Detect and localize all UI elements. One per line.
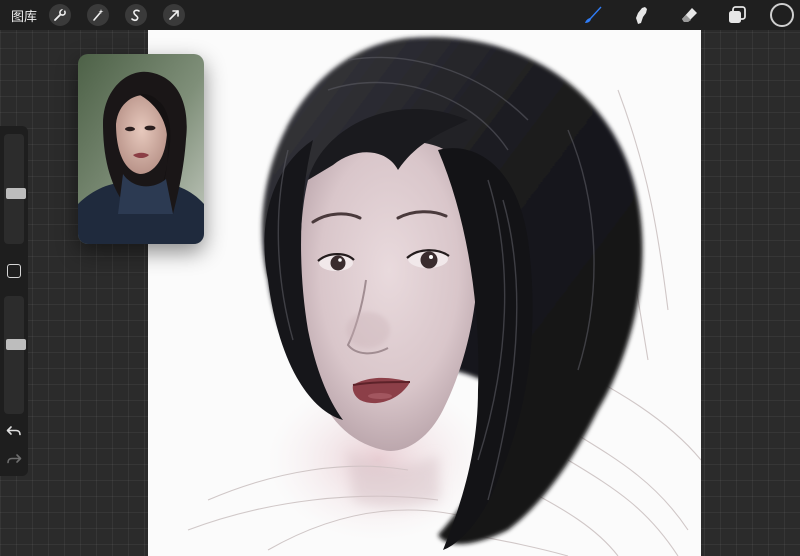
reference-photo [78,54,204,244]
adjustments-button[interactable] [87,4,110,26]
top-toolbar: 图库 [0,0,800,30]
brush-icon [585,6,602,23]
smudge-tool-button[interactable] [628,2,654,28]
brush-size-slider[interactable] [4,134,26,244]
opacity-thumb[interactable] [6,339,26,350]
undo-button[interactable] [5,422,23,440]
brush-tool-button[interactable] [580,2,606,28]
modify-button[interactable] [7,264,21,278]
undo-icon [6,426,21,436]
transform-arrow-icon [169,10,179,20]
smudge-icon [636,7,647,24]
transform-button[interactable] [163,4,186,26]
eraser-tool-button[interactable] [676,2,702,28]
layers-icon [729,6,746,23]
redo-button[interactable] [5,450,23,468]
selection-button[interactable] [125,4,148,26]
drawing-canvas[interactable] [148,30,701,556]
eraser-icon [682,8,697,22]
right-toolbar [558,0,794,30]
left-sidebar [0,126,28,476]
wrench-icon [54,8,66,21]
opacity-slider[interactable] [4,296,26,414]
selection-s-icon [131,9,140,22]
color-picker-button[interactable] [770,3,794,27]
reference-image[interactable] [78,54,204,244]
magic-wand-icon [93,9,104,21]
brush-size-thumb[interactable] [6,188,26,199]
portrait-painting [148,30,701,556]
layers-button[interactable] [724,2,750,28]
redo-icon [7,454,22,464]
actions-button[interactable] [49,4,72,26]
gallery-button[interactable]: 图库 [11,6,37,25]
